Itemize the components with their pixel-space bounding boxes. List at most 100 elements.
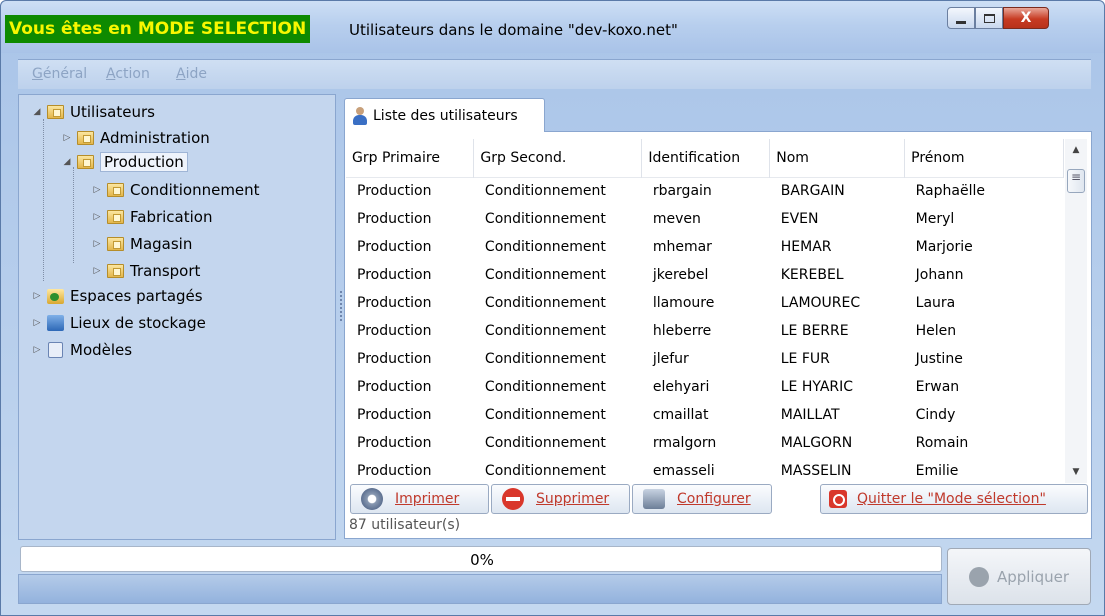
cell-grp-second: Conditionnement <box>484 323 606 339</box>
tree-node-label: Magasin <box>130 235 193 253</box>
cell-identification: rmalgorn <box>652 435 717 451</box>
table-row[interactable]: Production Conditionnement jlefur LE FUR Jus… <box>346 345 1064 373</box>
gear-icon <box>361 488 383 510</box>
table-row[interactable]: Production Conditionnement elehyari LE HYAR… <box>346 373 1064 401</box>
table-row[interactable]: Production Conditionnement rbargain BARGAIN… <box>346 177 1064 205</box>
tab-liste-utilisateurs[interactable]: Liste des utilisateurs <box>344 98 545 132</box>
cell-prenom: Emilie <box>915 463 959 479</box>
column-header-nom[interactable]: Nom <box>769 139 906 177</box>
vertical-scrollbar[interactable]: ▲ ▼ <box>1065 139 1087 483</box>
collapsed-arrow-icon[interactable]: ▷ <box>31 318 43 328</box>
menu-bar: Général Action Aide <box>18 59 1091 89</box>
maximize-button[interactable] <box>975 7 1003 29</box>
table-header-row: Grp Primaire Grp Second. Identification … <box>346 139 1064 177</box>
cell-grp-primaire: Production <box>357 463 432 479</box>
shared-folder-icon <box>47 288 64 304</box>
cell-identification: mhemar <box>652 239 712 255</box>
print-button-label: Imprimer <box>395 491 460 507</box>
table-row[interactable]: Production Conditionnement mhemar HEMAR Marj… <box>346 233 1064 261</box>
column-header-prenom[interactable]: Prénom <box>904 139 1064 177</box>
tree-node-modeles[interactable]: ▷ Modèles <box>31 339 133 361</box>
minimize-icon <box>956 20 966 24</box>
tree-node-production[interactable]: ◢ Production <box>61 151 188 173</box>
column-header-grp-second[interactable]: Grp Second. <box>473 139 643 177</box>
configure-button[interactable]: Configurer <box>632 484 772 514</box>
users-table: Grp Primaire Grp Second. Identification … <box>346 139 1064 483</box>
cell-nom: LE HYARIC <box>780 379 854 395</box>
cell-grp-primaire: Production <box>357 435 432 451</box>
print-button[interactable]: Imprimer <box>350 484 489 514</box>
panel-splitter[interactable] <box>340 291 343 321</box>
cell-grp-second: Conditionnement <box>484 463 606 479</box>
table-row[interactable]: Production Conditionnement emasseli MASSELI… <box>346 457 1064 483</box>
tree-node-utilisateurs[interactable]: ◢ Utilisateurs <box>31 101 155 123</box>
apply-button-label: Appliquer <box>996 567 1070 586</box>
tree-node-magasin[interactable]: ▷ Magasin <box>91 233 193 255</box>
title-bar[interactable]: Vous êtes en MODE SELECTION Utilisateurs… <box>1 1 1104 53</box>
cell-prenom: Marjorie <box>915 239 973 255</box>
expanded-arrow-icon[interactable]: ◢ <box>61 157 73 167</box>
scrollbar-thumb[interactable] <box>1067 169 1085 193</box>
cell-identification: hleberre <box>652 323 712 339</box>
cell-grp-second: Conditionnement <box>484 407 606 423</box>
close-button[interactable]: X <box>1003 7 1049 29</box>
scroll-down-icon[interactable]: ▼ <box>1065 463 1087 481</box>
collapsed-arrow-icon[interactable]: ▷ <box>31 291 43 301</box>
delete-button[interactable]: Supprimer <box>491 484 630 514</box>
tree-node-espaces-partages[interactable]: ▷ Espaces partagés <box>31 285 203 307</box>
expanded-arrow-icon[interactable]: ◢ <box>31 107 43 117</box>
tree-node-label: Fabrication <box>130 208 213 226</box>
cell-nom: MASSELIN <box>780 463 852 479</box>
minimize-button[interactable] <box>947 7 975 29</box>
folder-icon <box>107 237 124 251</box>
collapsed-arrow-icon[interactable]: ▷ <box>91 266 103 276</box>
collapsed-arrow-icon[interactable]: ▷ <box>91 239 103 249</box>
menu-aide[interactable]: Aide <box>176 66 207 82</box>
power-icon <box>829 490 847 508</box>
quit-selection-mode-button[interactable]: Quitter le "Mode sélection" <box>820 484 1088 514</box>
cell-prenom: Johann <box>915 267 964 283</box>
tree-connector <box>73 167 74 263</box>
column-header-identification[interactable]: Identification <box>641 139 771 177</box>
cell-nom: HEMAR <box>780 239 832 255</box>
collapsed-arrow-icon[interactable]: ▷ <box>91 185 103 195</box>
tree-node-transport[interactable]: ▷ Transport <box>91 260 201 282</box>
folder-icon <box>47 105 64 119</box>
table-row[interactable]: Production Conditionnement rmalgorn MALGORN… <box>346 429 1064 457</box>
cell-prenom: Helen <box>915 323 957 339</box>
column-header-grp-primaire[interactable]: Grp Primaire <box>346 139 475 177</box>
cell-grp-second: Conditionnement <box>484 183 606 200</box>
tree-node-lieux-stockage[interactable]: ▷ Lieux de stockage <box>31 312 206 334</box>
tree-node-conditionnement[interactable]: ▷ Conditionnement <box>91 179 260 201</box>
collapsed-arrow-icon[interactable]: ▷ <box>31 345 43 355</box>
cell-grp-second: Conditionnement <box>484 435 606 451</box>
cell-grp-primaire: Production <box>357 267 432 283</box>
cell-grp-primaire: Production <box>357 295 432 311</box>
table-row[interactable]: Production Conditionnement meven EVEN Meryl <box>346 205 1064 233</box>
menu-action[interactable]: Action <box>106 66 150 82</box>
table-row[interactable]: Production Conditionnement hleberre LE BERR… <box>346 317 1064 345</box>
cell-identification: jkerebel <box>652 267 709 283</box>
cell-identification: emasseli <box>652 463 715 479</box>
cell-grp-primaire: Production <box>357 351 432 367</box>
collapsed-arrow-icon[interactable]: ▷ <box>61 133 73 143</box>
tree-node-label: Administration <box>100 129 210 147</box>
table-row[interactable]: Production Conditionnement llamoure LAMOURE… <box>346 289 1064 317</box>
cell-identification: elehyari <box>652 379 710 395</box>
tree-node-label: Lieux de stockage <box>70 314 206 332</box>
tree-node-fabrication[interactable]: ▷ Fabrication <box>91 206 213 228</box>
scroll-up-icon[interactable]: ▲ <box>1065 141 1087 159</box>
cell-nom: EVEN <box>780 211 819 227</box>
folder-icon <box>107 210 124 224</box>
table-row[interactable]: Production Conditionnement jkerebel KEREBEL… <box>346 261 1064 289</box>
cell-prenom: Raphaëlle <box>915 183 985 200</box>
cell-prenom: Meryl <box>915 211 955 227</box>
apply-button[interactable]: Appliquer <box>947 548 1091 605</box>
table-row[interactable]: Production Conditionnement cmaillat MAILLAT… <box>346 401 1064 429</box>
cell-prenom: Laura <box>915 295 956 311</box>
cell-grp-second: Conditionnement <box>484 267 606 283</box>
collapsed-arrow-icon[interactable]: ▷ <box>91 212 103 222</box>
tree-node-administration[interactable]: ▷ Administration <box>61 127 210 149</box>
cell-nom: MAILLAT <box>780 407 840 423</box>
menu-general[interactable]: Général <box>32 66 87 82</box>
